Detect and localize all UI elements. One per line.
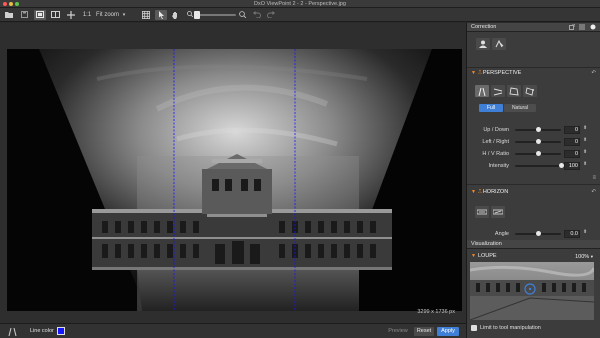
- slider-handle-3[interactable]: [558, 163, 564, 168]
- stepper-icon[interactable]: ⬍: [583, 229, 587, 235]
- visualization-header-label: Visualization: [471, 241, 502, 247]
- distortion-icon[interactable]: [492, 38, 506, 50]
- chevron-down-icon: ▾: [122, 12, 126, 18]
- grid-icon[interactable]: [141, 10, 151, 20]
- line-color-label: Line color: [30, 328, 54, 334]
- zoom-slider-track[interactable]: [198, 14, 236, 16]
- loupe-zoom-dropdown[interactable]: 100% ▾: [575, 252, 593, 262]
- visualization-header: Visualization: [467, 240, 600, 249]
- reset-section-icon[interactable]: ↶: [591, 188, 596, 197]
- perspective-tool-icon-small: ⎍: [477, 70, 482, 76]
- apply-button[interactable]: Apply: [437, 327, 459, 336]
- slider-handle-1[interactable]: [535, 139, 541, 144]
- save-icon[interactable]: [19, 10, 29, 20]
- full-mode-button[interactable]: Full: [479, 104, 503, 112]
- menu-icon[interactable]: [579, 24, 585, 34]
- undo-icon[interactable]: [252, 10, 262, 20]
- window-title: DxO ViewPoint 2 - 2 - Perspective.jpg: [254, 1, 346, 7]
- limit-label: Limit to tool manipulation: [480, 325, 541, 331]
- zoom-out-icon[interactable]: [186, 10, 194, 20]
- loupe-zoom-value: 100%: [575, 254, 590, 260]
- slider-label-2: H / V Ratio: [482, 151, 509, 157]
- perspective-vertical-icon[interactable]: [475, 85, 489, 97]
- angle-value: 0.0: [570, 231, 578, 237]
- bottom-bar: Line color Preview Reset Apply: [0, 323, 466, 338]
- slider-value-2: 0: [574, 151, 578, 157]
- zoom-slider-handle[interactable]: [194, 11, 200, 19]
- title-bar: DxO ViewPoint 2 - 2 - Perspective.jpg: [0, 0, 600, 8]
- open-folder-icon[interactable]: [4, 10, 14, 20]
- hand-icon[interactable]: [170, 10, 180, 20]
- collapse-triangle-icon: ▼: [471, 253, 476, 259]
- resize-grip-icon[interactable]: ≡: [592, 175, 596, 181]
- stepper-icon[interactable]: ⬍: [583, 125, 587, 131]
- horizon-header-label: HORIZON: [482, 189, 509, 195]
- slider-handle-0[interactable]: [535, 127, 541, 132]
- correction-header-label: Correction: [471, 24, 497, 30]
- chevron-down-icon: ▾: [590, 254, 593, 259]
- move-icon[interactable]: [66, 10, 76, 20]
- stepper-icon[interactable]: ⬍: [583, 149, 587, 155]
- loupe-preview[interactable]: [470, 262, 594, 320]
- slider-value-3: 100: [568, 163, 578, 169]
- perspective-eight-point-icon[interactable]: [523, 85, 537, 97]
- image-dimensions: 3299 x 1736 px: [417, 309, 455, 315]
- preview-button[interactable]: Preview: [385, 327, 411, 336]
- slider-label-3: Intensity: [488, 163, 509, 169]
- photo-canvas[interactable]: [7, 49, 462, 311]
- toolbar: 1:1 Fit zoom ▾: [0, 8, 600, 22]
- stepper-icon[interactable]: ⬍: [583, 161, 587, 167]
- slider-value-0: 0: [574, 127, 578, 133]
- export-icon[interactable]: [569, 23, 576, 34]
- image-viewer[interactable]: 3299 x 1736 px: [0, 23, 466, 323]
- reset-button[interactable]: Reset: [414, 327, 434, 336]
- single-view-icon[interactable]: [34, 10, 46, 20]
- volume-deformation-icon[interactable]: [476, 38, 490, 50]
- collapse-triangle-icon: ▼: [471, 189, 476, 195]
- slider-handle-2[interactable]: [535, 151, 541, 156]
- reset-section-icon[interactable]: ↶: [591, 69, 596, 78]
- perspective-horizontal-icon[interactable]: [491, 85, 505, 97]
- perspective-header-label: PERSPECTIVE: [482, 70, 522, 76]
- limit-checkbox[interactable]: [471, 325, 477, 331]
- stepper-icon[interactable]: ⬍: [583, 137, 587, 143]
- pointer-icon[interactable]: [155, 10, 167, 20]
- line-color-swatch[interactable]: [57, 327, 65, 335]
- loupe-section-header[interactable]: ▼ LOUPE 100% ▾: [467, 252, 600, 261]
- perspective-section-header[interactable]: ▼ ⎍PERSPECTIVE ↶: [467, 69, 600, 78]
- slider-value-1: 0: [574, 139, 578, 145]
- natural-mode-button[interactable]: Natural: [504, 104, 536, 112]
- collapse-triangle-icon: ▼: [471, 70, 476, 76]
- perspective-rectangle-icon[interactable]: [507, 85, 521, 97]
- angle-label: Angle: [494, 231, 509, 237]
- horizon-tool-icon-small: ⎍: [477, 189, 482, 195]
- compare-view-icon[interactable]: [49, 10, 61, 20]
- fit-zoom-dropdown[interactable]: Fit zoom ▾: [96, 10, 132, 20]
- perspective-tool-icon[interactable]: [8, 327, 17, 338]
- redo-icon[interactable]: [266, 10, 276, 20]
- horizon-auto-icon[interactable]: [491, 206, 505, 218]
- zoom-in-icon[interactable]: [238, 10, 246, 20]
- horizon-manual-icon[interactable]: [475, 206, 489, 218]
- slider-track-3[interactable]: [515, 165, 561, 167]
- fit-zoom-label: Fit zoom: [96, 12, 120, 18]
- loupe-header-label: LOUPE: [477, 253, 497, 259]
- angle-slider-handle[interactable]: [535, 231, 541, 236]
- power-icon[interactable]: [590, 24, 596, 34]
- slider-label-0: Up / Down: [483, 127, 509, 133]
- zoom-1to1-button[interactable]: 1:1: [81, 10, 93, 20]
- correction-header: Correction: [467, 23, 600, 32]
- horizon-section-header[interactable]: ▼ ⎍HORIZON ↶: [467, 188, 600, 197]
- slider-label-1: Left / Right: [482, 139, 509, 145]
